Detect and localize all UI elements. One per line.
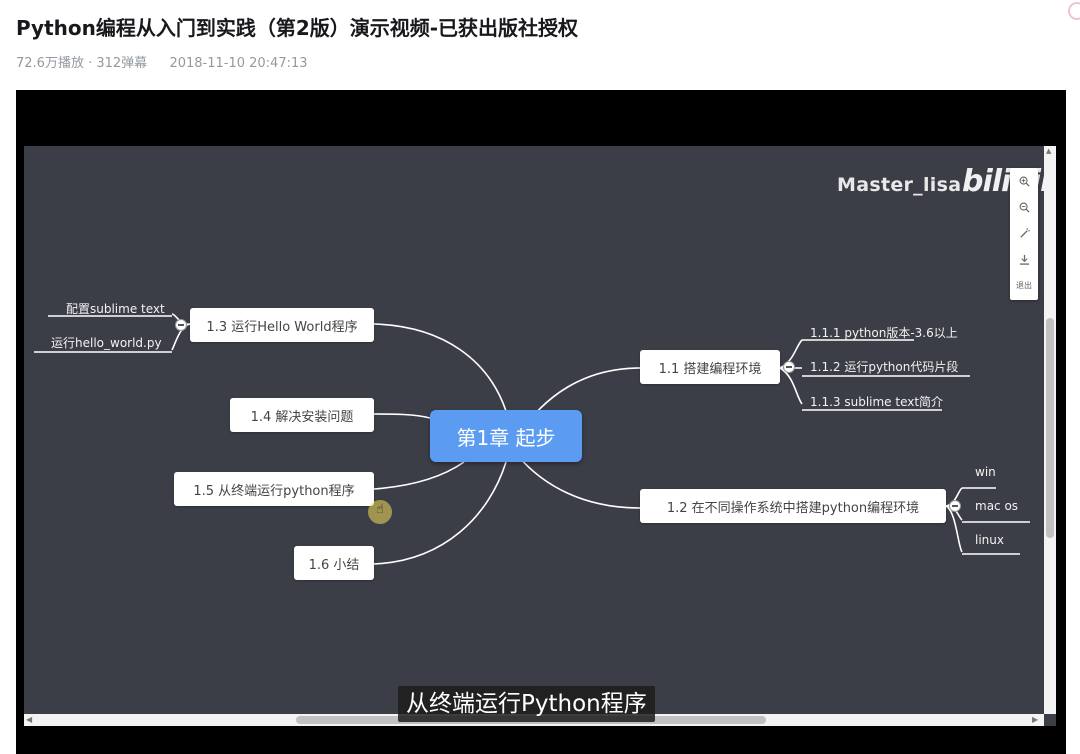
publish-date: 2018-11-10 20:47:13 bbox=[169, 56, 308, 71]
collapse-toggle-1-2[interactable] bbox=[949, 500, 961, 512]
leaf-mac-os[interactable]: mac os bbox=[975, 499, 1018, 513]
node-1-4[interactable]: 1.4 解决安装问题 bbox=[230, 398, 374, 432]
collapse-toggle-1-1[interactable] bbox=[783, 361, 795, 373]
node-1-1[interactable]: 1.1 搭建编程环境 bbox=[640, 350, 780, 384]
vertical-scroll-thumb[interactable] bbox=[1046, 318, 1054, 538]
bilibili-logo: bilibili bbox=[962, 164, 1056, 199]
leaf-1-1-2[interactable]: 1.1.2 运行python代码片段 bbox=[810, 358, 958, 375]
zoom-out-icon[interactable] bbox=[1010, 196, 1038, 218]
scroll-left-arrow-icon[interactable]: ◀ bbox=[26, 715, 32, 724]
scroll-right-arrow-icon[interactable]: ▶ bbox=[1032, 715, 1038, 724]
magic-wand-icon[interactable] bbox=[1010, 222, 1038, 244]
view-count: 72.6万播放 · 312弹幕 bbox=[16, 56, 148, 71]
download-icon[interactable] bbox=[1010, 248, 1038, 270]
exit-button[interactable]: 退出 bbox=[1010, 274, 1038, 296]
node-1-2[interactable]: 1.2 在不同操作系统中搭建python编程环境 bbox=[640, 489, 946, 523]
vertical-scrollbar[interactable]: ▲ bbox=[1044, 146, 1056, 714]
watermark-author: Master_lisa bbox=[837, 174, 962, 196]
video-subtitle: 从终端运行Python程序 bbox=[398, 686, 655, 722]
scroll-up-arrow-icon[interactable]: ▲ bbox=[1046, 147, 1051, 155]
mindmap-canvas[interactable]: 第1章 起步 1.1 搭建编程环境 1.1.1 python版本-3.6以上 1… bbox=[24, 146, 1056, 726]
video-meta: 72.6万播放 · 312弹幕 2018-11-10 20:47:13 bbox=[16, 52, 308, 71]
corner-decoration bbox=[1068, 2, 1080, 20]
node-1-5[interactable]: 1.5 从终端运行python程序 bbox=[174, 472, 374, 506]
mindmap-root-node[interactable]: 第1章 起步 bbox=[430, 410, 582, 462]
leaf-config-sublime[interactable]: 配置sublime text bbox=[66, 300, 165, 317]
mindmap-toolbar: 退出 bbox=[1010, 168, 1038, 300]
leaf-win[interactable]: win bbox=[975, 465, 996, 479]
leaf-run-hello-world[interactable]: 运行hello_world.py bbox=[51, 334, 162, 351]
zoom-in-icon[interactable] bbox=[1010, 170, 1038, 192]
video-title: Python编程从入门到实践（第2版）演示视频-已获出版社授权 bbox=[16, 16, 579, 40]
node-1-3[interactable]: 1.3 运行Hello World程序 bbox=[190, 308, 374, 342]
hand-cursor-icon: ☝ bbox=[376, 502, 384, 517]
leaf-1-1-1[interactable]: 1.1.1 python版本-3.6以上 bbox=[810, 324, 958, 341]
collapse-toggle-1-3[interactable] bbox=[175, 319, 187, 331]
leaf-linux[interactable]: linux bbox=[975, 533, 1004, 547]
leaf-1-1-3[interactable]: 1.1.3 sublime text简介 bbox=[810, 393, 943, 410]
node-1-6[interactable]: 1.6 小结 bbox=[294, 546, 374, 580]
